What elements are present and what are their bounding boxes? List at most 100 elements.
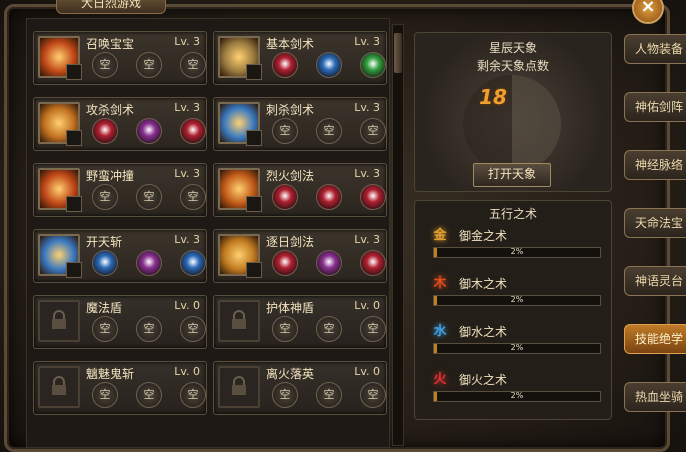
skill-card[interactable]: 开天斩 Lv. 3 <box>33 229 207 283</box>
side-tab[interactable]: 热血坐骑 <box>624 382 686 412</box>
gem-red-icon[interactable] <box>180 118 206 144</box>
empty-rune-slot[interactable]: 空 <box>316 382 342 408</box>
empty-rune-slot[interactable]: 空 <box>136 316 162 342</box>
rune-slots <box>272 250 386 276</box>
barbarian-charge-icon[interactable] <box>38 168 82 212</box>
empty-rune-slot[interactable]: 空 <box>92 382 118 408</box>
skill-card[interactable]: 刺杀剑术 Lv. 3空空空 <box>213 97 387 151</box>
skill-level: Lv. 3 <box>174 101 200 114</box>
skill-sub-slot[interactable] <box>66 64 82 80</box>
skill-card[interactable]: 野蛮冲撞 Lv. 3空空空 <box>33 163 207 217</box>
skill-sub-slot[interactable] <box>66 196 82 212</box>
attack-sword-icon[interactable] <box>38 102 82 146</box>
gem-blue-icon[interactable] <box>92 250 118 276</box>
skill-name: 魑魅鬼斩 <box>86 367 135 381</box>
empty-rune-slot[interactable]: 空 <box>136 382 162 408</box>
side-tab[interactable]: 人物装备 <box>624 34 686 64</box>
side-tab[interactable]: 技能绝学 <box>624 324 686 354</box>
wuxing-row[interactable]: 木御木之术 2% <box>429 271 605 311</box>
wuxing-progress-bar: 2% <box>433 391 601 402</box>
gem-blue-icon[interactable] <box>316 52 342 78</box>
gem-blue-icon[interactable] <box>180 250 206 276</box>
window-title-tab: 大日烈游戏 <box>56 0 166 14</box>
skill-card[interactable]: 基本剑术 Lv. 3 <box>213 31 387 85</box>
thrust-sword-icon[interactable] <box>218 102 262 146</box>
empty-rune-slot[interactable]: 空 <box>360 316 386 342</box>
open-star-button[interactable]: 打开天象 <box>473 163 551 187</box>
skill-card[interactable]: 护体神盾 Lv. 0空空空 <box>213 295 387 349</box>
empty-rune-slot[interactable]: 空 <box>180 184 206 210</box>
lock-icon <box>232 376 246 395</box>
close-icon: × <box>640 0 656 17</box>
rune-slots: 空空空 <box>272 316 386 342</box>
lock-icon[interactable] <box>38 300 80 342</box>
gem-red-icon[interactable] <box>360 250 386 276</box>
side-tab[interactable]: 神佑剑阵 <box>624 92 686 122</box>
empty-rune-slot[interactable]: 空 <box>360 382 386 408</box>
star-title: 星辰天象 <box>488 41 537 55</box>
empty-rune-slot[interactable]: 空 <box>272 382 298 408</box>
gem-purple-icon[interactable] <box>316 250 342 276</box>
empty-rune-slot[interactable]: 空 <box>272 316 298 342</box>
skill-name: 逐日剑法 <box>266 235 315 249</box>
gem-red-icon[interactable] <box>272 184 298 210</box>
wuxing-percent: 2% <box>510 247 524 256</box>
empty-rune-slot[interactable]: 空 <box>180 316 206 342</box>
wuxing-title: 五行之术 <box>488 207 537 221</box>
gem-red-icon[interactable] <box>272 250 298 276</box>
empty-rune-slot[interactable]: 空 <box>272 118 298 144</box>
skill-card[interactable]: 烈火剑法 Lv. 3 <box>213 163 387 217</box>
skill-name: 开天斩 <box>86 235 123 249</box>
empty-rune-slot[interactable]: 空 <box>92 184 118 210</box>
skill-sub-slot[interactable] <box>246 262 262 278</box>
lock-icon[interactable] <box>218 300 260 342</box>
element-icon: 木 <box>433 276 447 291</box>
gem-red-icon[interactable] <box>316 184 342 210</box>
empty-rune-slot[interactable]: 空 <box>316 316 342 342</box>
sword-slash-icon[interactable] <box>218 36 262 80</box>
lock-icon[interactable] <box>218 366 260 408</box>
rune-slots: 空空空 <box>92 184 206 210</box>
rune-slots: 空空空 <box>272 118 386 144</box>
lock-icon[interactable] <box>38 366 80 408</box>
empty-rune-slot[interactable]: 空 <box>180 52 206 78</box>
skill-card[interactable]: 攻杀剑术 Lv. 3 <box>33 97 207 151</box>
side-tab[interactable]: 天命法宝 <box>624 208 686 238</box>
skill-sub-slot[interactable] <box>246 130 262 146</box>
gem-green-icon[interactable] <box>360 52 386 78</box>
skill-sub-slot[interactable] <box>246 64 262 80</box>
scroll-thumb[interactable] <box>394 33 402 73</box>
empty-rune-slot[interactable]: 空 <box>180 382 206 408</box>
skill-card[interactable]: 逐日剑法 Lv. 3 <box>213 229 387 283</box>
gem-red-icon[interactable] <box>360 184 386 210</box>
wuxing-row[interactable]: 火御火之术 2% <box>429 367 605 407</box>
empty-rune-slot[interactable]: 空 <box>360 118 386 144</box>
blaze-sword-icon[interactable] <box>218 168 262 212</box>
empty-rune-slot[interactable]: 空 <box>136 184 162 210</box>
skill-card[interactable]: 魑魅鬼斩 Lv. 0空空空 <box>33 361 207 415</box>
skills-scrollbar[interactable] <box>392 24 404 446</box>
gem-red-icon[interactable] <box>272 52 298 78</box>
skill-sub-slot[interactable] <box>246 196 262 212</box>
gem-purple-icon[interactable] <box>136 250 162 276</box>
empty-rune-slot[interactable]: 空 <box>136 52 162 78</box>
sky-slash-icon[interactable] <box>38 234 82 278</box>
sun-chase-sword-icon[interactable] <box>218 234 262 278</box>
empty-rune-slot[interactable]: 空 <box>92 316 118 342</box>
wuxing-row[interactable]: 金御金之术 2% <box>429 223 605 263</box>
gem-purple-icon[interactable] <box>136 118 162 144</box>
skill-level: Lv. 0 <box>174 299 200 312</box>
skill-card[interactable]: 魔法盾 Lv. 0空空空 <box>33 295 207 349</box>
fire-summon-icon[interactable] <box>38 36 82 80</box>
wuxing-row[interactable]: 水御水之术 2% <box>429 319 605 359</box>
skill-sub-slot[interactable] <box>66 262 82 278</box>
empty-rune-slot[interactable]: 空 <box>92 52 118 78</box>
skill-sub-slot[interactable] <box>66 130 82 146</box>
skill-card[interactable]: 召唤宝宝 Lv. 3空空空 <box>33 31 207 85</box>
side-tab[interactable]: 神语灵台 <box>624 266 686 296</box>
star-points-label: 剩余天象点数 <box>476 59 549 73</box>
skill-card[interactable]: 离火落英 Lv. 0空空空 <box>213 361 387 415</box>
empty-rune-slot[interactable]: 空 <box>316 118 342 144</box>
side-tab[interactable]: 神经脉络 <box>624 150 686 180</box>
gem-red-icon[interactable] <box>92 118 118 144</box>
